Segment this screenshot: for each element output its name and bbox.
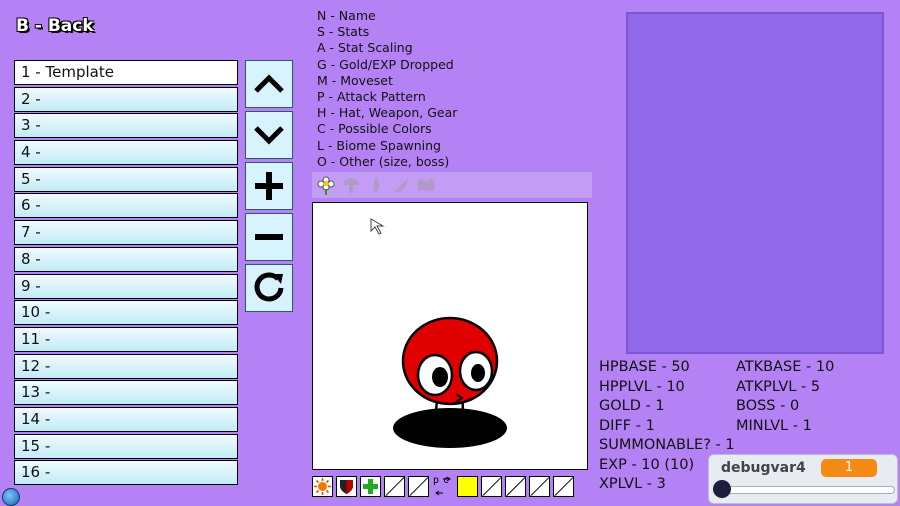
key-help-line: C - Possible Colors <box>317 121 432 137</box>
pc-swap-icon[interactable]: pc <box>432 476 454 497</box>
list-item[interactable]: 4 - <box>14 140 238 166</box>
enemy-preview-canvas[interactable] <box>312 202 588 470</box>
preview-panel <box>626 12 884 354</box>
key-help: N - Name S - Stats A - Stat Scaling G - … <box>317 8 457 170</box>
stat-boss: BOSS - 0 <box>736 398 800 414</box>
remove-button[interactable] <box>245 213 293 261</box>
creature-sprite <box>370 218 507 448</box>
list-item[interactable]: 16 - <box>14 460 238 486</box>
reload-button[interactable] <box>245 264 293 312</box>
minus-icon <box>255 234 283 240</box>
stat-gold: GOLD - 1 <box>599 398 665 414</box>
list-item[interactable]: 10 - <box>14 300 238 326</box>
key-help-line: L - Biome Spawning <box>317 137 441 153</box>
stat-hpbase: HPBASE - 50 <box>599 359 690 375</box>
chevron-up-icon <box>254 74 284 93</box>
list-item[interactable]: 11 - <box>14 326 238 352</box>
yellow-color-swatch[interactable] <box>457 476 478 497</box>
list-item[interactable]: 9 - <box>14 273 238 299</box>
flower-icon[interactable] <box>316 175 336 195</box>
stat-minlvl: MINLVL - 1 <box>736 417 812 434</box>
debug-slider-track[interactable] <box>723 486 895 494</box>
stat-xplvl: XPLVL - 3 <box>599 476 666 492</box>
start-orb-icon[interactable] <box>2 488 20 506</box>
debug-variable-monitor: debugvar4 1 <box>708 454 898 504</box>
list-item[interactable]: 1 - Template <box>14 60 238 85</box>
list-item[interactable]: 15 - <box>14 433 238 459</box>
debug-slider-knob[interactable] <box>713 480 731 498</box>
back-label[interactable]: B - Back <box>16 16 94 36</box>
debug-variable-value: 1 <box>821 459 877 477</box>
key-help-line: P - Attack Pattern <box>317 89 426 105</box>
stat-diff: DIFF - 1 <box>599 417 655 434</box>
list-item[interactable]: 5 - <box>14 166 238 192</box>
sun-icon[interactable] <box>312 476 333 497</box>
gear-toolbar: pc <box>312 476 574 500</box>
stat-hpplvl: HPPLVL - 10 <box>599 378 685 395</box>
list-item[interactable]: 12 - <box>14 353 238 379</box>
flame-icon[interactable] <box>366 175 386 195</box>
key-help-line: M - Moveset <box>317 72 393 88</box>
empty-slot[interactable] <box>505 476 526 497</box>
key-help-line: H - Hat, Weapon, Gear <box>317 105 458 121</box>
wing-icon[interactable] <box>391 175 411 195</box>
health-plus-icon[interactable] <box>360 476 381 497</box>
key-help-line: G - Gold/EXP Dropped <box>317 56 454 72</box>
empty-slot[interactable] <box>408 476 429 497</box>
biome-strip <box>312 172 592 198</box>
shield-icon[interactable] <box>336 476 357 497</box>
list-item[interactable]: 13 - <box>14 380 238 406</box>
plus-icon <box>255 172 283 200</box>
stat-atkbase: ATKBASE - 10 <box>736 359 835 375</box>
reload-icon <box>254 272 284 302</box>
empty-slot[interactable] <box>553 476 574 497</box>
list-item[interactable]: 3 - <box>14 113 238 139</box>
mushroom-icon[interactable] <box>341 175 361 195</box>
chevron-down-icon <box>254 126 284 145</box>
stat-atkplvl: ATKPLVL - 5 <box>736 378 821 395</box>
list-item[interactable]: 6 - <box>14 193 238 219</box>
empty-slot[interactable] <box>481 476 502 497</box>
list-item[interactable]: 14 - <box>14 406 238 432</box>
stat-exp: EXP - 10 (10) <box>599 456 695 473</box>
empty-slot[interactable] <box>384 476 405 497</box>
list-item[interactable]: 7 - <box>14 220 238 246</box>
cat-icon[interactable] <box>416 175 436 195</box>
move-down-button[interactable] <box>245 111 293 159</box>
key-help-line: A - Stat Scaling <box>317 40 413 56</box>
list-item[interactable]: 8 - <box>14 246 238 272</box>
stat-summonable: SUMMONABLE? - 1 <box>599 437 735 453</box>
debug-variable-name: debugvar4 <box>721 460 806 476</box>
enemy-list: 1 - Template 2 - 3 - 4 - 5 - 6 - 7 - 8 -… <box>14 60 238 487</box>
key-help-line: O - Other (size, boss) <box>317 153 450 169</box>
empty-slot[interactable] <box>529 476 550 497</box>
add-button[interactable] <box>245 162 293 210</box>
list-item[interactable]: 2 - <box>14 86 238 112</box>
move-up-button[interactable] <box>245 60 293 108</box>
key-help-line: S - Stats <box>317 24 370 40</box>
key-help-line: N - Name <box>317 8 376 23</box>
